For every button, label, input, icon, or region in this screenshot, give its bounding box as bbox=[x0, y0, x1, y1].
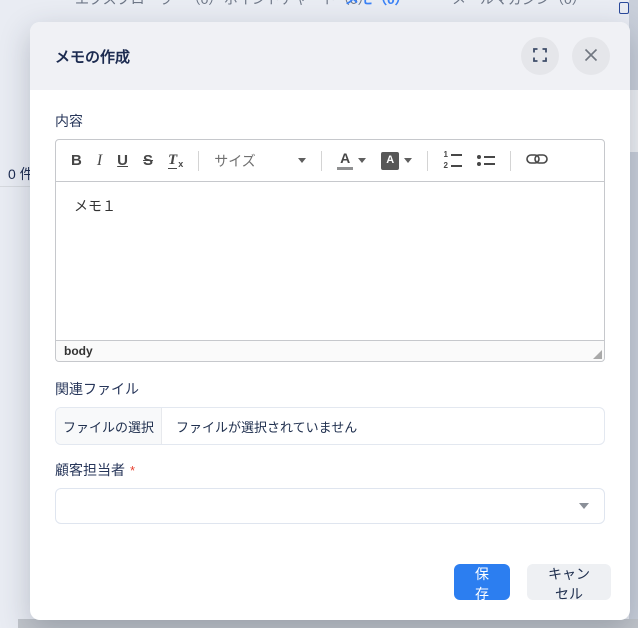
editor-path-bar: body bbox=[56, 340, 604, 361]
rich-text-editor: B I U S T x サイズ A bbox=[55, 139, 605, 362]
background-bottom-strip bbox=[18, 619, 638, 628]
dialog-title: メモの作成 bbox=[55, 46, 130, 67]
file-selected-status: ファイルが選択されていません bbox=[162, 408, 357, 444]
underline-button[interactable]: U bbox=[117, 153, 128, 168]
customer-rep-section: 顧客担当者 * bbox=[55, 460, 605, 524]
numbered-list-button[interactable]: 1 2 bbox=[443, 151, 462, 170]
required-mark: * bbox=[130, 463, 135, 478]
remove-format-t: T bbox=[168, 153, 177, 169]
bullet-list-button[interactable] bbox=[477, 155, 495, 166]
background-tab-bar: エクスプローラー（0） ポイントチャート（0） メモ（0） メールマガジン（0） bbox=[0, 0, 638, 13]
background-tab-memo[interactable]: メモ（0） bbox=[345, 0, 409, 9]
dialog-header-actions bbox=[521, 37, 610, 75]
dialog-footer: 保存 キャンセル bbox=[454, 564, 611, 600]
expand-dialog-button[interactable] bbox=[521, 37, 559, 75]
page-scrollbar-thumb[interactable] bbox=[629, 90, 638, 152]
related-files-section: 関連ファイル ファイルの選択 ファイルが選択されていません bbox=[55, 379, 605, 445]
toolbar-separator bbox=[321, 151, 322, 171]
window-icon[interactable] bbox=[619, 2, 629, 14]
font-color-icon: A bbox=[337, 151, 353, 170]
customer-rep-label: 顧客担当者 * bbox=[55, 460, 605, 480]
customer-rep-select[interactable] bbox=[55, 488, 605, 524]
italic-button[interactable]: I bbox=[97, 153, 102, 169]
font-size-dropdown[interactable]: サイズ bbox=[214, 151, 306, 171]
element-path-body[interactable]: body bbox=[64, 344, 93, 358]
link-button[interactable] bbox=[526, 153, 548, 168]
editor-text: メモ１ bbox=[74, 198, 116, 214]
close-dialog-button[interactable] bbox=[572, 37, 610, 75]
background-tab-mailmagazine[interactable]: メールマガジン（0） bbox=[452, 0, 586, 9]
link-icon bbox=[526, 153, 548, 168]
remove-format-x: x bbox=[178, 160, 183, 169]
page-scrollbar[interactable] bbox=[629, 0, 638, 620]
related-files-label: 関連ファイル bbox=[55, 379, 605, 399]
background-color-icon: A bbox=[381, 152, 399, 170]
numbered-list-icon: 1 2 bbox=[443, 151, 462, 170]
font-color-button[interactable]: A bbox=[337, 151, 366, 170]
chevron-down-icon bbox=[298, 158, 306, 163]
font-size-label: サイズ bbox=[214, 151, 256, 171]
toolbar-separator bbox=[427, 151, 428, 171]
chevron-down-icon bbox=[404, 158, 412, 163]
bold-button[interactable]: B bbox=[71, 153, 82, 168]
resize-grip[interactable] bbox=[593, 350, 602, 359]
editor-content-area[interactable]: メモ１ bbox=[56, 182, 604, 340]
editor-toolbar: B I U S T x サイズ A bbox=[56, 140, 604, 182]
close-icon bbox=[583, 47, 599, 66]
cancel-button[interactable]: キャンセル bbox=[527, 564, 611, 600]
chevron-down-icon bbox=[358, 158, 366, 163]
background-tab-explorer[interactable]: エクスプローラー（0） bbox=[75, 0, 222, 9]
dialog-header: メモの作成 bbox=[30, 22, 630, 90]
toolbar-separator bbox=[510, 151, 511, 171]
file-input[interactable]: ファイルの選択 ファイルが選択されていません bbox=[55, 407, 605, 445]
chevron-down-icon bbox=[579, 503, 589, 509]
customer-rep-label-text: 顧客担当者 bbox=[55, 462, 125, 478]
content-field-label: 内容 bbox=[55, 111, 605, 131]
background-color-button[interactable]: A bbox=[381, 152, 412, 170]
toolbar-separator bbox=[198, 151, 199, 171]
fullscreen-icon bbox=[533, 48, 547, 65]
choose-file-button[interactable]: ファイルの選択 bbox=[56, 408, 162, 444]
save-button[interactable]: 保存 bbox=[454, 564, 510, 600]
bullet-list-icon bbox=[477, 155, 495, 166]
dialog-body: 内容 B I U S T x サイズ A bbox=[30, 90, 630, 524]
create-memo-dialog: メモの作成 内容 B I bbox=[30, 22, 630, 620]
background-divider bbox=[0, 186, 30, 187]
strikethrough-button[interactable]: S bbox=[143, 153, 153, 168]
remove-format-button[interactable]: T x bbox=[168, 153, 183, 169]
